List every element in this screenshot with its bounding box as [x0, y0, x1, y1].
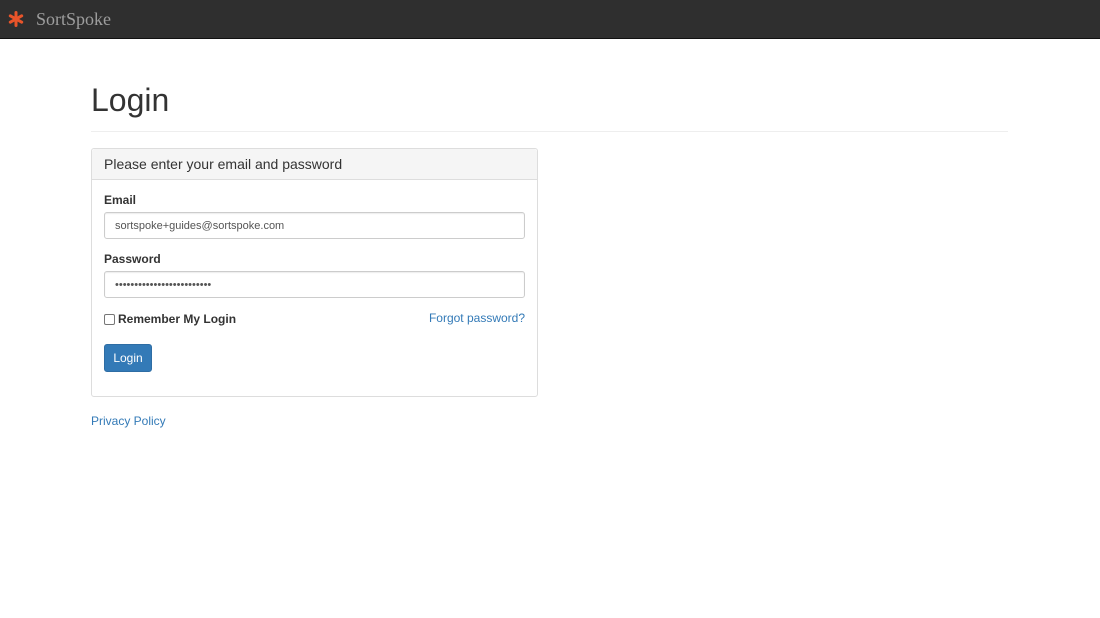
remember-login: Remember My Login	[104, 312, 236, 326]
panel-heading: Please enter your email and password	[92, 149, 537, 180]
brand-name: SortSpoke	[36, 9, 112, 29]
password-label: Password	[104, 252, 161, 266]
password-field[interactable]	[104, 271, 525, 298]
login-panel: Please enter your email and password Ema…	[91, 148, 538, 397]
page-title: Login	[91, 82, 170, 118]
top-navbar: SortSpoke	[0, 0, 1100, 39]
privacy-policy-link[interactable]: Privacy Policy	[91, 414, 166, 428]
brand-link[interactable]: SortSpoke	[8, 9, 111, 29]
login-button[interactable]: Login	[104, 344, 152, 372]
email-field[interactable]	[104, 212, 525, 239]
remember-login-checkbox[interactable]	[104, 313, 115, 325]
email-label: Email	[104, 193, 137, 207]
remember-login-label[interactable]: Remember My Login	[118, 312, 236, 326]
title-divider	[91, 131, 1008, 132]
forgot-password-link[interactable]: Forgot password?	[429, 311, 525, 325]
asterisk-logo-icon	[8, 11, 24, 27]
